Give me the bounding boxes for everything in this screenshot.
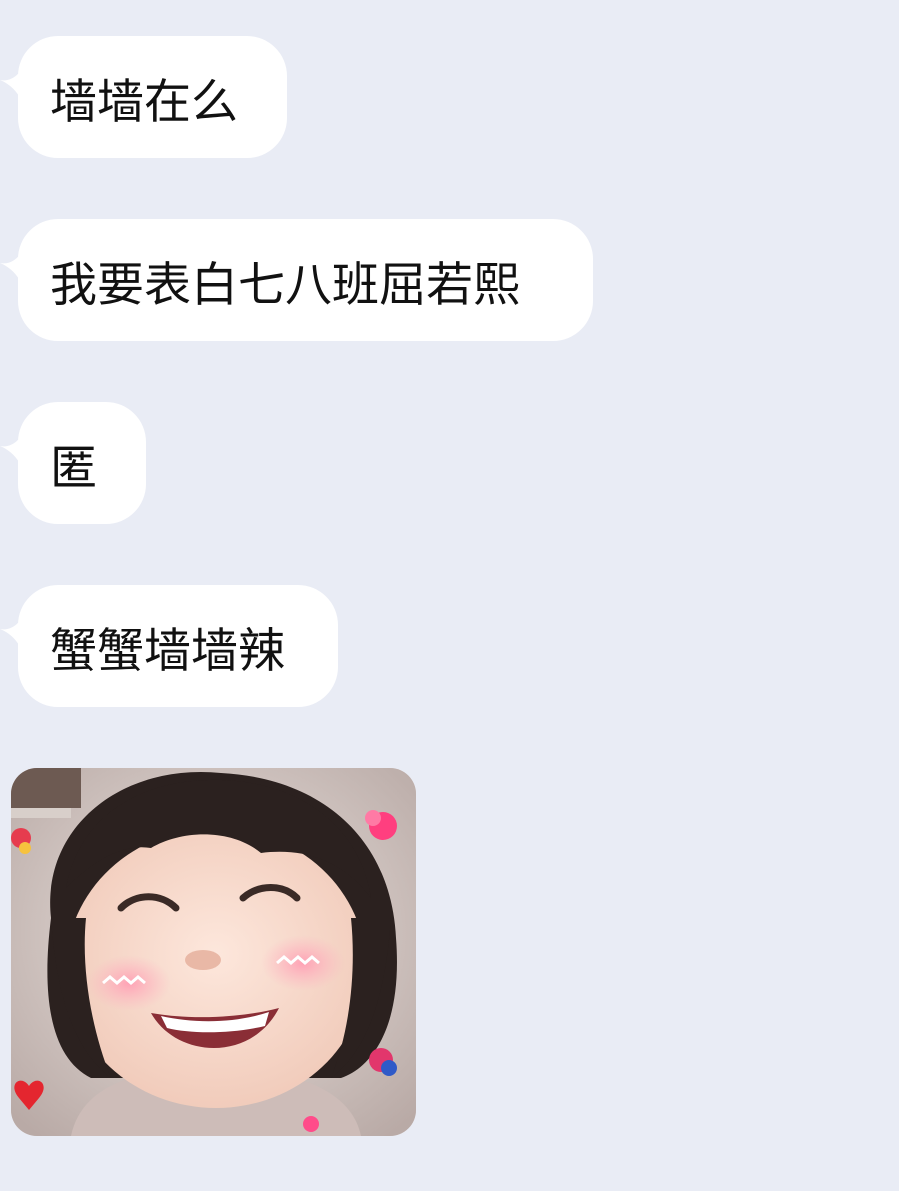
bubble-tail-icon: [0, 432, 40, 468]
sticker-image[interactable]: [11, 768, 416, 1136]
message-bubble[interactable]: 蟹蟹墙墙辣: [0, 585, 338, 707]
message-text: 蟹蟹墙墙辣: [50, 623, 285, 679]
message-bubble[interactable]: 我要表白七八班屈若熙: [0, 219, 593, 341]
message-text: 匿: [50, 440, 97, 496]
bubble-tail-icon: [0, 615, 40, 651]
message-text: 墙墙在么: [50, 74, 238, 130]
chat-thread: 墙墙在么 我要表白七八班屈若熙 匿 蟹蟹墙墙辣: [0, 0, 899, 1191]
message-text: 我要表白七八班屈若熙: [50, 257, 520, 313]
smiling-child-sticker-icon: [11, 768, 416, 1136]
bubble-tail-icon: [0, 66, 40, 102]
message-bubble[interactable]: 墙墙在么: [0, 36, 287, 158]
bubble-tail-icon: [0, 249, 40, 285]
message-bubble[interactable]: 匿: [0, 402, 146, 524]
